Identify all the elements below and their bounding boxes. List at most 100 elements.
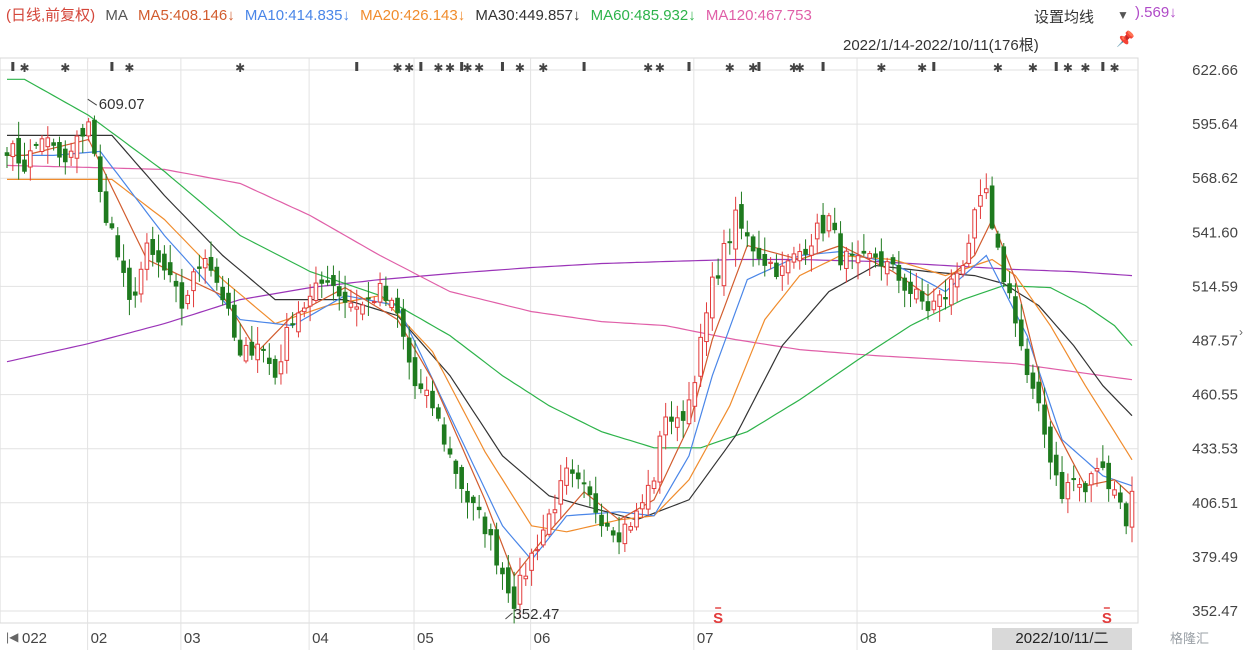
candle-body <box>191 271 196 292</box>
candle-body <box>581 482 587 485</box>
candle-body <box>459 467 464 490</box>
candle <box>814 213 820 255</box>
candle-body <box>914 288 919 300</box>
event-marker <box>355 62 359 71</box>
candle-body <box>535 549 540 552</box>
x-tick-label: 05 <box>417 630 434 647</box>
candle <box>185 290 191 310</box>
candle-body <box>10 143 16 158</box>
candle-body <box>255 343 260 361</box>
candle <box>1083 481 1088 503</box>
y-tick-label: 487.57 <box>1192 332 1238 349</box>
candle-body <box>301 307 307 313</box>
candle-body <box>336 286 342 297</box>
candle <box>575 464 581 489</box>
candle-body <box>115 235 121 258</box>
ma250-value: ).569↓ <box>1135 4 1177 21</box>
candle-body <box>488 529 494 536</box>
candle <box>278 344 284 385</box>
chart-area[interactable]: ✱ ✱ ✱ ✱ ✱ ✱ ✱ ✱ ✱ ✱ ✱ ✱ ✱ ✱ ✱ ✱ ✱ ✱ ✱ ✱ ✱ ✱ ✱ ✱ ✱ 622.66 595.64 56… <box>0 0 1245 652</box>
candle-body <box>284 326 290 361</box>
candle-body <box>150 239 156 255</box>
candle-body <box>593 493 599 513</box>
candle-body <box>1071 478 1077 481</box>
candle <box>809 234 814 272</box>
event-marker <box>821 62 825 71</box>
candle-body <box>57 142 62 158</box>
candle <box>523 562 529 586</box>
candle-body <box>552 509 558 514</box>
candle <box>237 323 243 358</box>
candle-body <box>523 575 529 580</box>
candle <box>791 246 797 269</box>
chevron-down-icon[interactable]: ▼ <box>1117 8 1129 22</box>
candle <box>476 495 482 519</box>
ma-settings-button[interactable]: 设置均线 <box>1030 6 1099 27</box>
candle-body <box>721 243 727 287</box>
candle-body <box>995 233 1001 248</box>
event-marker <box>687 62 691 71</box>
candle <box>447 436 453 459</box>
candle-body <box>1118 492 1123 503</box>
candle <box>1129 476 1135 543</box>
event-marker: ✱ <box>748 61 758 75</box>
x-tick-label: 07 <box>697 630 714 647</box>
candle <box>902 273 907 308</box>
candlestick-chart: ✱ ✱ ✱ ✱ ✱ ✱ ✱ ✱ ✱ ✱ ✱ ✱ ✱ ✱ ✱ ✱ ✱✱ ✱ ✱ ✱ ✱ ✱ ✱ ✱ 622.66595.6456… <box>0 57 1238 650</box>
candle-body <box>389 299 395 309</box>
candle <box>138 261 144 303</box>
candle <box>1112 481 1117 499</box>
candle-body <box>908 281 913 294</box>
candle <box>173 273 179 303</box>
candle-body <box>243 344 249 362</box>
candle-body <box>278 361 284 375</box>
candle-body <box>162 253 167 271</box>
candle <box>325 265 330 286</box>
candle <box>884 257 890 286</box>
candle-body <box>430 390 435 409</box>
event-marker <box>582 62 586 71</box>
candle-body <box>558 480 564 505</box>
event-marker: ✱ <box>993 61 1003 75</box>
candle <box>972 207 977 255</box>
candle-body <box>1024 348 1030 376</box>
candle-body <box>826 215 832 232</box>
candle-body <box>86 121 91 137</box>
candle-body <box>80 127 86 137</box>
candle-body <box>447 448 453 455</box>
candle-body <box>249 341 255 356</box>
candle <box>983 173 989 200</box>
event-marker: ✱ <box>19 61 29 75</box>
candle-body <box>1001 246 1007 283</box>
candle-body <box>197 266 202 269</box>
x-tick-label: 02 <box>91 630 108 647</box>
candle-body <box>651 480 657 490</box>
candle <box>704 302 709 356</box>
candle-body <box>803 248 808 255</box>
event-marker: ✱ <box>643 61 653 75</box>
candle-body <box>144 242 150 270</box>
candle-body <box>517 574 523 605</box>
event-marker: ✱ <box>1080 61 1090 75</box>
event-marker: ✱ <box>393 61 403 75</box>
candle-body <box>645 484 651 510</box>
candle-body <box>214 266 220 283</box>
candle-body <box>28 150 33 168</box>
skip-back-icon[interactable]: |◀ <box>6 630 18 644</box>
candle <box>92 115 97 157</box>
candle <box>1106 455 1111 502</box>
candle-body <box>943 297 948 300</box>
candle-body <box>832 222 838 231</box>
pin-icon[interactable]: 📌 <box>1116 30 1135 48</box>
candle-body <box>739 204 744 229</box>
candle-body <box>1106 462 1111 490</box>
candle-body <box>441 424 447 445</box>
candle <box>459 464 464 503</box>
candle <box>552 494 558 525</box>
candle-body <box>966 242 972 264</box>
annotation-arrow <box>87 98 98 106</box>
y-tick-label: 568.62 <box>1192 170 1238 187</box>
candle-body <box>570 469 575 474</box>
event-marker: ✱ <box>725 61 735 75</box>
candle-body <box>861 250 867 254</box>
